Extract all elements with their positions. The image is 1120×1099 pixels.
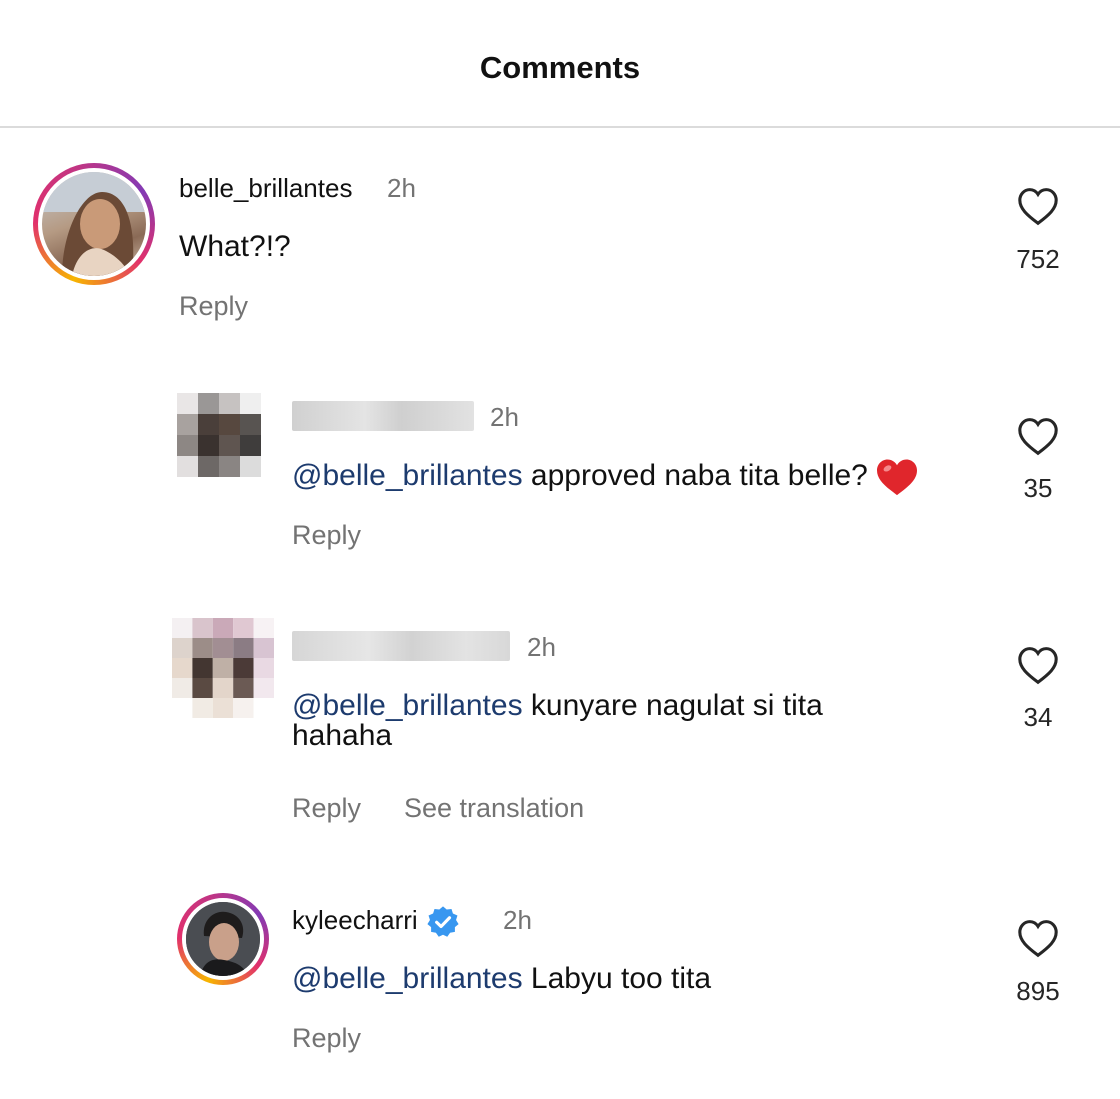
reply-button[interactable]: Reply [179,291,248,322]
see-translation-button[interactable]: See translation [404,793,584,824]
comment-username[interactable]: kyleecharri [292,905,460,939]
comment-body: kunyare nagulat si tita [522,689,823,722]
comment-text: @belle_brillantes Labyu too tita [292,958,711,1000]
red-heart-emoji-icon [876,459,917,496]
heart-outline-icon[interactable] [1016,918,1060,958]
heart-outline-icon[interactable] [1016,186,1060,226]
username-text[interactable]: kyleecharri [292,905,418,935]
comment-text: What?!? [179,230,291,263]
comment-time[interactable]: 2h [527,632,556,663]
comment-time[interactable]: 2h [387,173,416,204]
comment-username[interactable]: belle_brillantes [179,173,352,204]
comment-text-continued: hahaha [292,719,393,752]
like-count[interactable]: 895 [998,976,1078,1007]
comment-text: @belle_brillantes approved naba tita bel… [292,455,920,497]
comment-time[interactable]: 2h [490,402,519,433]
like-count[interactable]: 752 [998,244,1078,275]
comment-body: approved naba tita belle? [522,459,868,492]
page-title: Comments [479,50,641,85]
like-count[interactable]: 34 [998,702,1078,733]
comment-time[interactable]: 2h [503,905,532,936]
avatar[interactable] [177,893,269,985]
comment-body: Labyu too tita [522,962,712,995]
avatar[interactable] [33,163,155,285]
heart-outline-icon[interactable] [1016,645,1060,685]
reply-button[interactable]: Reply [292,520,361,551]
avatar-pixelated[interactable] [177,393,261,477]
like-count[interactable]: 35 [998,473,1078,504]
blurred-username[interactable] [292,401,474,431]
heart-outline-icon[interactable] [1016,416,1060,456]
reply-button[interactable]: Reply [292,793,361,824]
avatar-pixelated[interactable] [172,618,274,718]
mention-link[interactable]: @belle_brillantes [292,962,523,995]
comments-header: Comments [0,0,1120,128]
profile-photo [42,172,146,276]
mention-link[interactable]: @belle_brillantes [292,459,523,492]
profile-photo [186,902,260,976]
reply-button[interactable]: Reply [292,1023,361,1054]
blurred-username[interactable] [292,631,510,661]
verified-badge-icon [427,906,459,937]
